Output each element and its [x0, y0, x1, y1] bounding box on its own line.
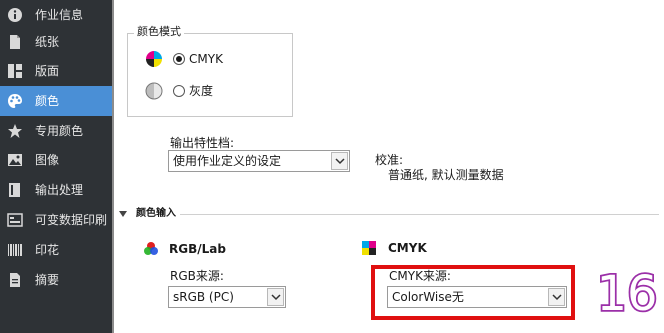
- radio-button[interactable]: [173, 85, 185, 97]
- sidebar-item-color[interactable]: 颜色: [0, 86, 112, 116]
- sidebar-item-layout[interactable]: 版面: [0, 56, 112, 86]
- sidebar-item-label: 版面: [35, 64, 60, 78]
- layout-icon: [8, 64, 22, 78]
- cmyk-heading-text: CMYK: [388, 241, 427, 255]
- cmyk-heading: CMYK: [362, 241, 427, 255]
- color-input-section-toggle[interactable]: 颜色输入: [118, 207, 180, 221]
- sidebar-item-label: 可变数据印刷: [35, 213, 108, 227]
- star-icon: [8, 124, 22, 138]
- sidebar-item-label: 纸张: [35, 35, 60, 49]
- chevron-down-icon: [335, 158, 345, 165]
- image-icon: [8, 154, 22, 166]
- variable-data-icon: [7, 213, 23, 227]
- summary-icon: [10, 273, 20, 287]
- rgb-icon: [144, 242, 158, 255]
- calibration-label: 校准:: [375, 153, 404, 167]
- info-icon: [8, 8, 22, 22]
- color-mode-title: 颜色模式: [134, 25, 184, 39]
- dropdown-button[interactable]: [267, 288, 284, 306]
- grayscale-icon: [145, 82, 163, 100]
- cmyk-icon: [146, 51, 162, 67]
- radio-button[interactable]: [173, 53, 185, 65]
- sidebar-item-variable-data[interactable]: 可变数据印刷: [0, 205, 112, 235]
- rgb-lab-heading-text: RGB/Lab: [169, 242, 226, 256]
- sidebar-item-paper[interactable]: 纸张: [0, 27, 112, 57]
- rgb-lab-heading: RGB/Lab: [143, 241, 226, 257]
- sidebar-item-summary[interactable]: 摘要: [0, 265, 112, 295]
- sidebar-item-label: 印花: [35, 243, 60, 257]
- select-value: 使用作业定义的设定: [173, 154, 282, 168]
- calibration-value: 普通纸, 默认测量数据: [388, 168, 504, 182]
- palette-icon: [8, 94, 22, 108]
- sidebar: 作业信息 纸张 版面 颜色 专用颜色 图像 输出处理 可变数据印刷 印花 摘要: [0, 0, 112, 333]
- divider: [112, 0, 114, 333]
- sidebar-item-label: 颜色: [35, 94, 60, 108]
- section-divider: [137, 214, 659, 215]
- sidebar-item-finishing[interactable]: 输出处理: [0, 175, 112, 205]
- output-profile-select[interactable]: 使用作业定义的设定: [168, 150, 350, 172]
- step-number-badge: 16: [595, 264, 660, 322]
- sidebar-item-label: 摘要: [35, 273, 60, 287]
- sidebar-item-label: 专用颜色: [35, 124, 84, 138]
- rgb-source-select[interactable]: sRGB (PC): [168, 286, 286, 308]
- document-icon: [10, 35, 20, 49]
- radio-label: CMYK: [189, 52, 223, 66]
- collapse-arrow-icon: [119, 211, 127, 217]
- output-profile-label: 输出特性档:: [170, 136, 235, 150]
- sidebar-item-label: 图像: [35, 153, 60, 167]
- cmyk-squares-icon: [362, 241, 376, 255]
- radio-cmyk[interactable]: CMYK: [173, 52, 223, 66]
- sidebar-item-stamping[interactable]: 印花: [0, 235, 112, 265]
- color-input-title: 颜色输入: [136, 208, 176, 219]
- color-mode-group: [127, 33, 293, 117]
- book-icon: [9, 183, 20, 197]
- dropdown-button[interactable]: [331, 152, 348, 170]
- chevron-down-icon: [271, 294, 281, 301]
- select-value: sRGB (PC): [173, 290, 234, 304]
- step-number: 16: [596, 266, 657, 322]
- radio-label: 灰度: [189, 84, 214, 98]
- barcode-icon: [8, 244, 22, 256]
- rgb-source-label: RGB来源:: [170, 269, 224, 283]
- sidebar-item-label: 输出处理: [35, 183, 84, 197]
- sidebar-item-spot-color[interactable]: 专用颜色: [0, 116, 112, 146]
- sidebar-item-label: 作业信息: [35, 8, 84, 22]
- sidebar-item-image[interactable]: 图像: [0, 145, 112, 175]
- radio-grayscale[interactable]: 灰度: [173, 84, 213, 98]
- sidebar-item-job-info[interactable]: 作业信息: [0, 0, 112, 30]
- highlight-box: [371, 265, 575, 320]
